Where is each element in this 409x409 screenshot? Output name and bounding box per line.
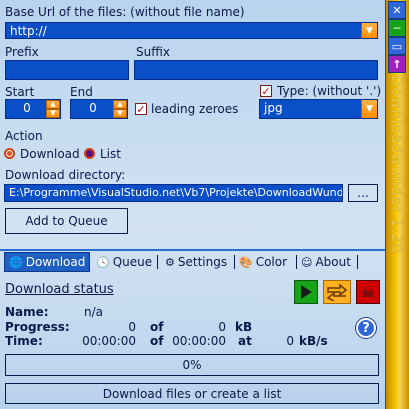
action-download-radio[interactable] <box>4 148 15 159</box>
download-directory-label: Download directory: <box>5 168 126 182</box>
settings-icon: ⚙ <box>165 255 175 269</box>
action-download-label: Download <box>20 147 80 161</box>
start-download-button[interactable] <box>294 280 318 304</box>
time-of: of <box>150 334 164 348</box>
clock-icon: 🕓 <box>96 255 110 269</box>
name-label: Name: <box>5 305 49 319</box>
collapse-up-icon[interactable]: ↑ <box>388 55 406 73</box>
start-spinner[interactable]: 0 ▲ ▼ <box>5 99 61 119</box>
tab-settings[interactable]: ⚙ Settings <box>165 252 227 272</box>
globe-icon: 🌐 <box>9 255 23 269</box>
start-label: Start <box>5 85 35 99</box>
suffix-input[interactable] <box>134 60 378 80</box>
action-list-radio[interactable] <box>84 148 95 159</box>
action-label: Action <box>5 129 43 143</box>
action-list-label: List <box>100 147 121 161</box>
download-directory-input[interactable]: E:\Programme\VisualStudio.net\Vb7\Projek… <box>4 184 343 202</box>
download-or-create-list-button[interactable]: Download files or create a list <box>5 383 379 404</box>
tab-settings-label: Settings <box>177 255 228 269</box>
end-spinner[interactable]: 0 ▲ ▼ <box>70 99 128 119</box>
tab-color-label: Color <box>255 255 288 269</box>
speed-unit: kB/s <box>299 334 328 348</box>
tab-separator <box>234 255 235 269</box>
type-checkbox[interactable]: ✓ <box>260 85 272 97</box>
prefix-input[interactable] <box>5 60 129 80</box>
time-at: at <box>238 334 252 348</box>
tab-queue-label: Queue <box>112 255 153 269</box>
time-elapsed: 00:00:00 <box>82 334 136 348</box>
skip-button[interactable] <box>323 280 351 304</box>
browse-directory-button[interactable]: ... <box>348 184 378 202</box>
time-label: Time: <box>5 334 43 348</box>
tab-color[interactable]: 🎨 Color <box>239 252 287 272</box>
end-up-icon[interactable]: ▲ <box>113 100 127 109</box>
type-label: Type: (without '.') <box>277 84 382 98</box>
download-status-title: Download status <box>5 282 114 297</box>
tab-queue[interactable]: 🕓 Queue <box>96 252 152 272</box>
base-url-dropdown-arrow-icon[interactable]: ▼ <box>361 23 377 38</box>
stop-button[interactable]: ☠ <box>356 280 380 304</box>
about-icon: ☺ <box>301 255 313 269</box>
skull-icon: ☠ <box>360 282 376 302</box>
start-value: 0 <box>23 101 31 115</box>
minimize-icon[interactable]: ─ <box>388 19 406 37</box>
base-url-combobox[interactable]: http:// ▼ <box>5 22 378 39</box>
tab-download-label: Download <box>25 255 86 269</box>
leading-zeroes-checkbox[interactable]: ✓ <box>135 103 147 115</box>
palette-icon: 🎨 <box>239 255 253 269</box>
sidebar-vertical-title: Downloadwunder 1.20 <box>388 75 406 254</box>
close-icon[interactable]: ✕ <box>388 1 406 19</box>
base-url-label: Base Url of the files: (without file nam… <box>5 5 245 19</box>
leading-zeroes-label: leading zeroes <box>151 102 239 116</box>
progress-label: Progress: <box>5 320 70 334</box>
tab-separator <box>296 255 297 269</box>
prefix-label: Prefix <box>5 45 39 59</box>
end-value: 0 <box>89 101 97 115</box>
download-progress-bar: 0% <box>5 354 379 376</box>
type-dropdown-arrow-icon[interactable]: ▼ <box>361 100 377 118</box>
play-icon <box>301 285 312 299</box>
help-icon-label: ? <box>362 320 370 336</box>
window-icon[interactable]: ▭ <box>388 37 406 55</box>
start-down-icon[interactable]: ▼ <box>46 109 60 118</box>
progress-total: 0 <box>218 320 226 334</box>
start-up-icon[interactable]: ▲ <box>46 100 60 109</box>
help-icon[interactable]: ? <box>356 318 376 338</box>
tab-download[interactable]: 🌐 Download <box>4 252 91 272</box>
speed-value: 0 <box>286 334 294 348</box>
type-combobox[interactable]: jpg ▼ <box>259 99 378 119</box>
progress-of: of <box>150 320 164 334</box>
type-value: jpg <box>264 101 283 115</box>
skip-arrows-icon <box>326 283 348 301</box>
tab-separator <box>357 255 358 269</box>
progress-done: 0 <box>128 320 136 334</box>
end-label: End <box>70 85 93 99</box>
base-url-value: http:// <box>10 24 47 38</box>
end-down-icon[interactable]: ▼ <box>113 109 127 118</box>
tab-about-label: About <box>315 255 351 269</box>
progress-percent: 0% <box>182 358 202 372</box>
progress-unit: kB <box>235 320 253 334</box>
time-total: 00:00:00 <box>172 334 226 348</box>
name-value: n/a <box>84 305 104 319</box>
section-divider <box>0 249 385 251</box>
tab-separator <box>157 255 158 269</box>
add-to-queue-button[interactable]: Add to Queue <box>5 208 128 234</box>
suffix-label: Suffix <box>136 45 170 59</box>
tab-about[interactable]: ☺ About <box>301 252 351 272</box>
